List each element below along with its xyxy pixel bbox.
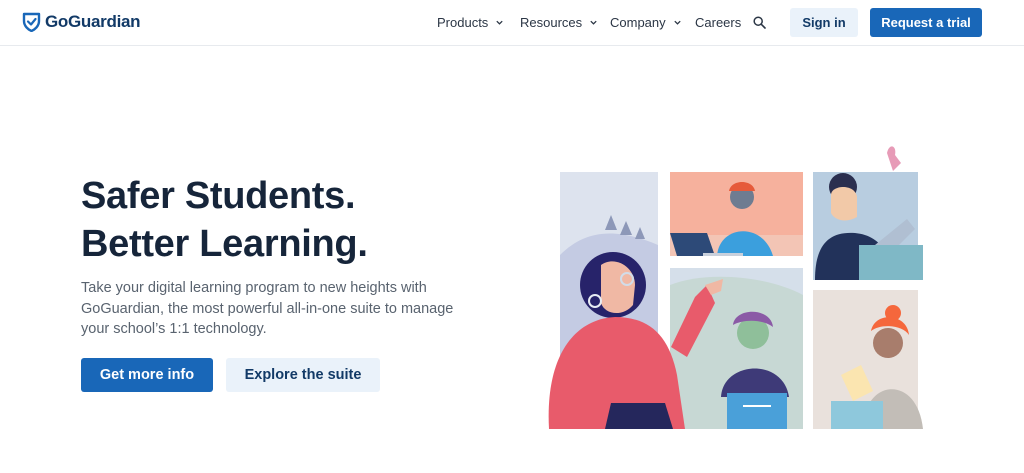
panel-bottom-right [813,290,923,429]
chevron-down-icon [590,20,597,25]
panel-top-middle [670,172,803,256]
get-more-info-button[interactable]: Get more info [81,358,213,392]
nav-company[interactable]: Company [610,15,682,30]
sign-in-button[interactable]: Sign in [790,8,858,37]
explore-suite-button[interactable]: Explore the suite [226,358,380,392]
nav-resources[interactable]: Resources [520,15,598,30]
chevron-down-icon [673,20,681,25]
hero-illustration [548,146,923,429]
nav-company-label: Company [610,15,666,30]
nav-resources-label: Resources [520,15,583,30]
chevron-down-icon [496,20,503,25]
request-trial-button[interactable]: Request a trial [870,8,982,37]
nav-products-label: Products [437,15,489,30]
hero-title: Safer Students. Better Learning. [81,172,368,268]
nav-careers[interactable]: Careers [695,15,741,30]
site-header: GoGuardian Products Resources Company Ca… [0,0,1024,46]
shield-logo-icon [22,12,41,32]
hero-subtitle: Take your digital learning program to ne… [81,280,454,337]
logo[interactable]: GoGuardian [22,12,141,32]
hero-title-line-1: Safer Students. [81,175,356,217]
hero-title-line-2: Better Learning. [81,223,368,265]
logo-text: GoGuardian [45,12,141,31]
panel-top-right [813,146,923,280]
nav-careers-label: Careers [695,15,742,30]
search-icon[interactable] [753,16,766,29]
nav-products[interactable]: Products [437,15,504,30]
